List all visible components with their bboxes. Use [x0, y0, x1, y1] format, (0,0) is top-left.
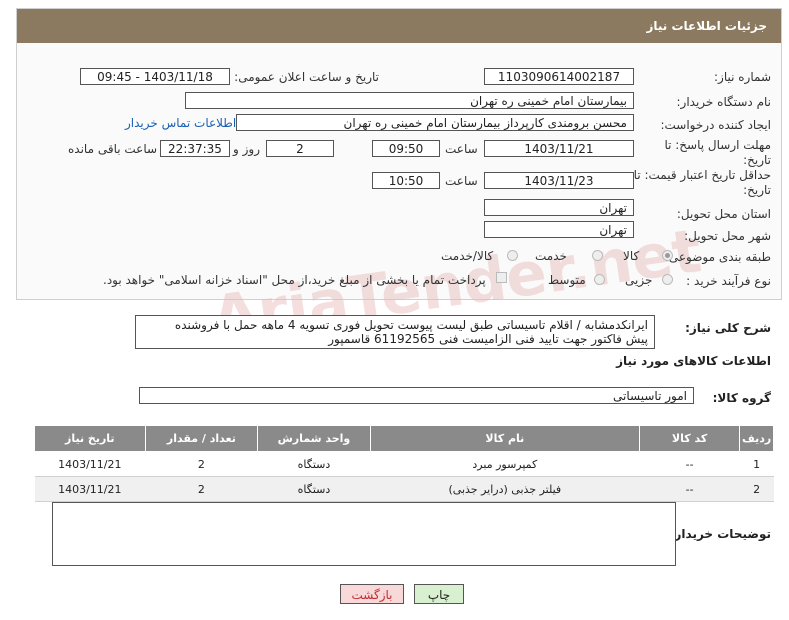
col-code: کد کالا: [638, 425, 741, 452]
deadline-label-date: تاریخ:: [743, 153, 771, 167]
goods-group-label: گروه کالا:: [712, 391, 771, 405]
col-quantity: تعداد / مقدار: [144, 425, 259, 452]
col-need-date: تاریخ نیاز: [34, 425, 146, 452]
category-radio-goods-service[interactable]: [507, 250, 518, 261]
creator-label: ایجاد کننده درخواست:: [660, 118, 771, 132]
validity-time-label: ساعت: [445, 174, 478, 188]
announce-label: تاریخ و ساعت اعلان عمومی:: [234, 70, 379, 84]
deadline-time-field: 09:50: [372, 140, 440, 157]
validity-label: حداقل تاریخ اعتبار قیمت: تا: [633, 168, 771, 182]
goods-table: ردیف کد کالا نام کالا واحد شمارش تعداد /…: [34, 425, 774, 502]
description-line-1: ایرانکدمشابه / اقلام تاسیساتی طبق لیست پ…: [174, 318, 648, 332]
city-field: تهران: [484, 221, 634, 238]
col-name: نام کالا: [369, 425, 640, 452]
description-box: ایرانکدمشابه / اقلام تاسیساتی طبق لیست پ…: [135, 315, 655, 349]
buyer-notes-box[interactable]: [52, 502, 676, 566]
cell-need-date: 1403/11/21: [34, 476, 146, 502]
description-label: شرح کلی نیاز:: [685, 321, 771, 335]
cell-unit: دستگاه: [257, 451, 371, 477]
cell-quantity: 2: [145, 476, 258, 502]
deadline-label: مهلت ارسال پاسخ: تا: [664, 138, 771, 152]
goods-section-title: اطلاعات کالاهای مورد نیاز: [616, 354, 771, 368]
deadline-date-field: 1403/11/21: [484, 140, 634, 157]
cell-name: فیلتر جذبی (درایر جذبی): [370, 476, 640, 502]
city-label: شهر محل تحویل:: [684, 229, 771, 243]
cell-quantity: 2: [145, 451, 258, 477]
validity-label-date: تاریخ:: [743, 183, 771, 197]
process-label: نوع فرآیند خرید :: [686, 274, 771, 288]
remaining-label: ساعت باقی مانده: [68, 142, 158, 156]
remaining-time-field: 22:37:35: [160, 140, 230, 157]
cell-row: 2: [739, 476, 774, 502]
buyer-org-field: بیمارستان امام خمینی ره تهران: [185, 92, 634, 109]
category-radio-goods[interactable]: [662, 250, 673, 261]
panel-header: جزئیات اطلاعات نیاز: [17, 9, 781, 43]
validity-time-field: 10:50: [372, 172, 440, 189]
cell-code: --: [639, 476, 740, 502]
province-field: تهران: [484, 199, 634, 216]
description-line-2: پیش فاکتور جهت تایید فنی الزامیست فنی 61…: [328, 332, 648, 346]
need-number-label: شماره نیاز:: [714, 70, 771, 84]
process-option-minor: جزیی: [625, 273, 653, 287]
panel-title: جزئیات اطلاعات نیاز: [646, 19, 767, 33]
goods-group-field: امور تاسیساتی: [139, 387, 694, 404]
treasury-payment-checkbox[interactable]: [496, 272, 507, 283]
buyer-org-label: نام دستگاه خریدار:: [676, 95, 772, 109]
province-label: استان محل تحویل:: [676, 207, 771, 221]
need-number-field: 1103090614002187: [484, 68, 634, 85]
cell-unit: دستگاه: [257, 476, 371, 502]
back-button[interactable]: بازگشت: [340, 584, 404, 604]
buyer-contact-link[interactable]: اطلاعات تماس خریدار: [125, 116, 236, 130]
treasury-payment-note: پرداخت تمام یا بخشی از مبلغ خرید،از محل …: [103, 273, 486, 287]
days-field: 2: [266, 140, 334, 157]
validity-date-field: 1403/11/23: [484, 172, 634, 189]
buyer-notes-label: توضیحات خریدار:: [669, 527, 771, 541]
creator-field: محسن برومندی کارپرداز بیمارستان امام خمی…: [236, 114, 634, 131]
col-row: ردیف: [739, 425, 774, 452]
cell-code: --: [639, 451, 740, 477]
category-label: طبقه بندی موضوعی:: [664, 250, 771, 264]
table-row: 2 -- فیلتر جذبی (درایر جذبی) دستگاه 2 14…: [34, 476, 774, 502]
cell-need-date: 1403/11/21: [34, 451, 146, 477]
deadline-time-label: ساعت: [445, 142, 478, 156]
cell-name: کمپرسور مبرد: [370, 451, 640, 477]
category-option-goods-service: کالا/خدمت: [441, 249, 494, 263]
print-button[interactable]: چاپ: [414, 584, 464, 604]
cell-row: 1: [739, 451, 774, 477]
goods-table-header: ردیف کد کالا نام کالا واحد شمارش تعداد /…: [34, 425, 774, 452]
process-radio-minor[interactable]: [662, 274, 673, 285]
table-row: 1 -- کمپرسور مبرد دستگاه 2 1403/11/21: [34, 451, 774, 477]
category-option-goods: کالا: [623, 249, 640, 263]
days-label: روز و: [233, 142, 260, 156]
col-unit: واحد شمارش: [257, 425, 371, 452]
category-option-service: خدمت: [535, 249, 567, 263]
process-option-medium: متوسط: [548, 273, 586, 287]
category-radio-service[interactable]: [592, 250, 603, 261]
announce-field: 1403/11/18 - 09:45: [80, 68, 230, 85]
process-radio-medium[interactable]: [594, 274, 605, 285]
